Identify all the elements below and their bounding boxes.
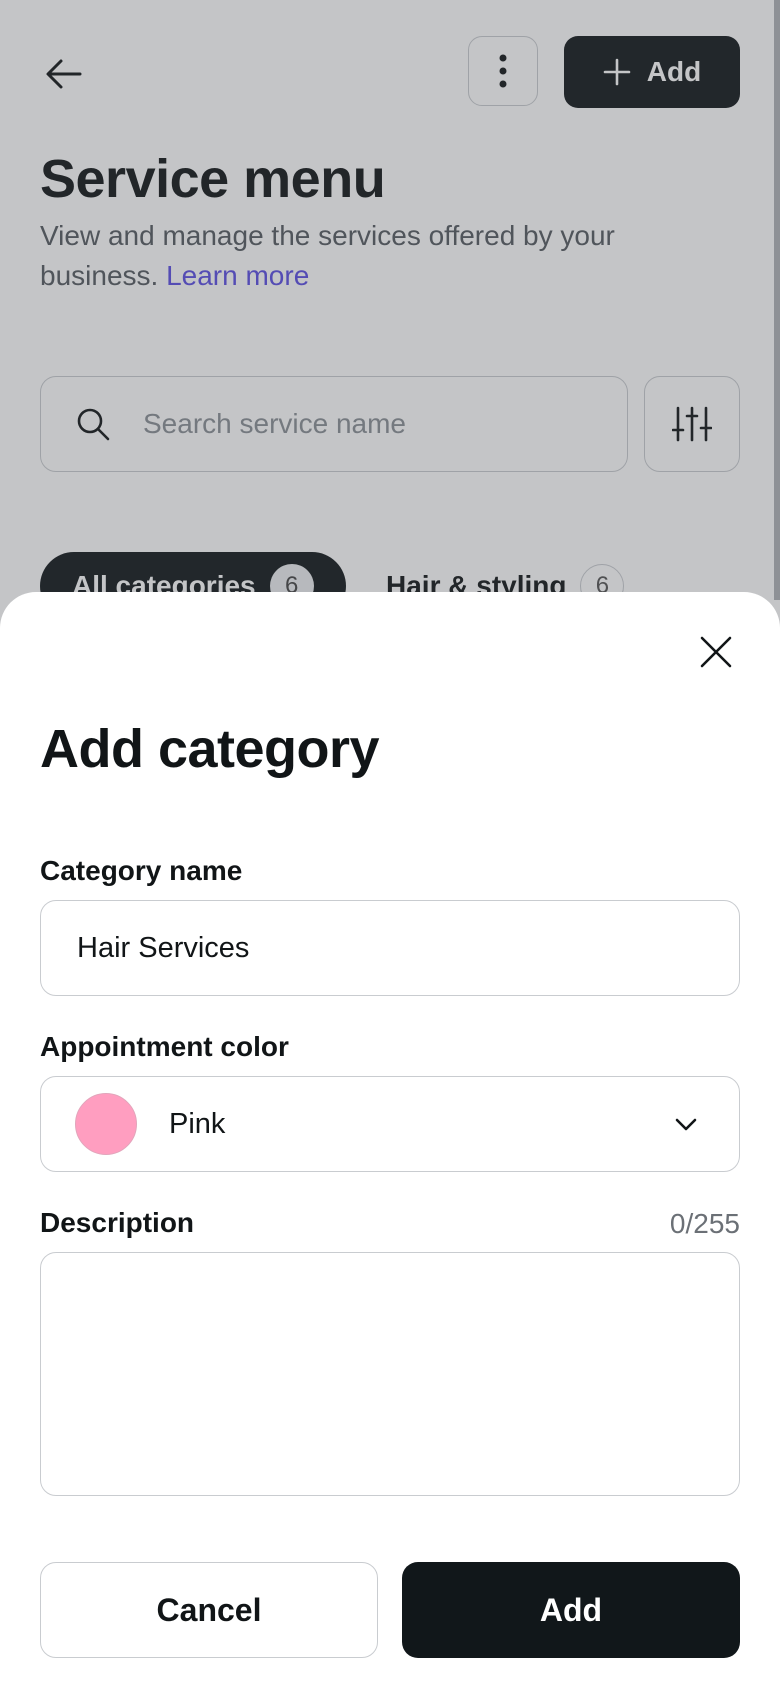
scrollbar[interactable] [774, 0, 780, 600]
add-category-button[interactable]: Add [402, 1562, 740, 1658]
appointment-color-select[interactable]: Pink [40, 1076, 740, 1172]
close-icon [700, 636, 732, 668]
description-field [40, 1252, 740, 1496]
appointment-color-label: Appointment color [40, 1031, 289, 1062]
description-label: Description [40, 1207, 195, 1238]
description-input[interactable] [41, 1253, 739, 1495]
color-value: Pink [169, 1107, 226, 1140]
description-counter: 0/255 [669, 1208, 740, 1239]
category-name-field [40, 900, 740, 996]
category-name-input[interactable] [75, 930, 699, 966]
dialog-title: Add category [40, 719, 380, 779]
cancel-button[interactable]: Cancel [40, 1562, 378, 1658]
category-name-label: Category name [40, 855, 243, 886]
chevron-down-icon [673, 1111, 699, 1137]
color-swatch [75, 1093, 137, 1155]
close-button[interactable] [690, 626, 742, 678]
